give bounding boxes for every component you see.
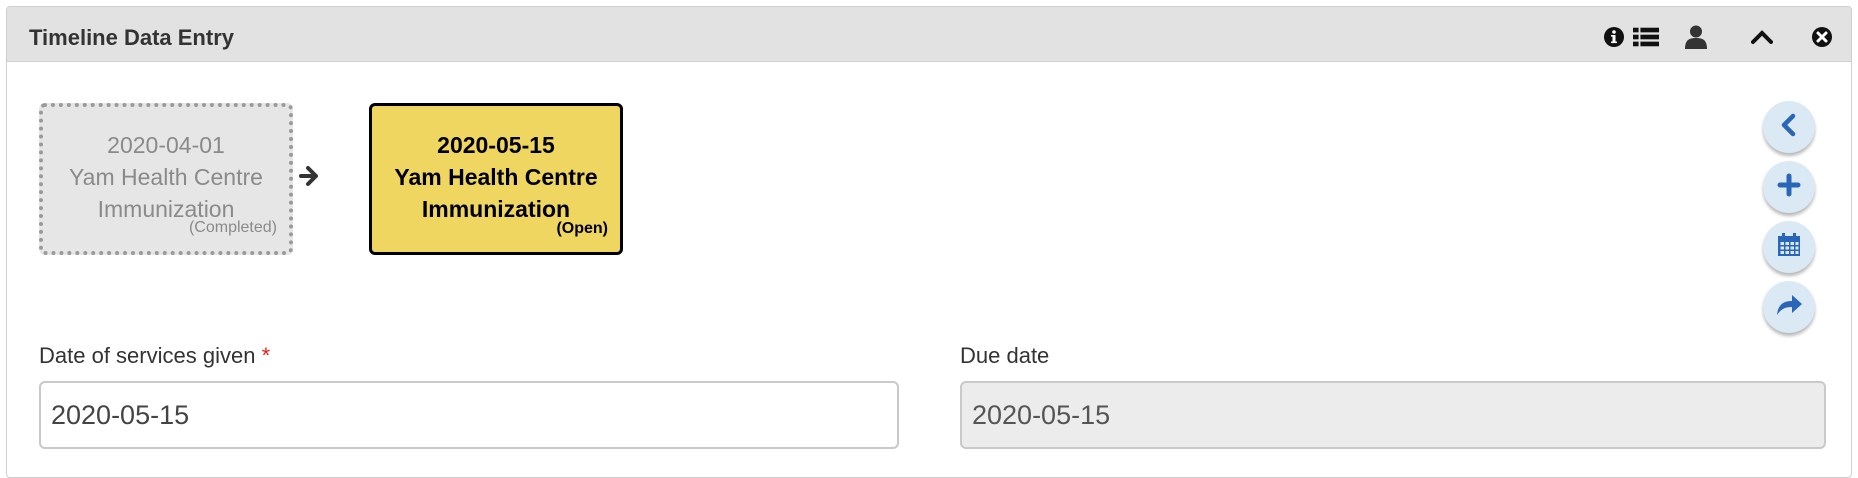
calendar-icon — [1776, 232, 1802, 263]
close-circle-icon[interactable] — [1809, 24, 1835, 50]
user-icon[interactable] — [1683, 24, 1709, 50]
event-date: 2020-05-15 — [437, 132, 555, 158]
referral-button[interactable] — [1763, 281, 1815, 333]
back-button[interactable] — [1763, 101, 1815, 153]
panel-title: Timeline Data Entry — [29, 25, 234, 50]
timeline-event-completed[interactable]: 2020-04-01 Yam Health Centre Immunizatio… — [39, 103, 293, 255]
schedule-event-button[interactable] — [1763, 221, 1815, 273]
due-date-label: Due date — [960, 343, 1050, 368]
timeline-data-entry-panel: Timeline Data Entry 2020-04-01 Yam Healt… — [6, 6, 1852, 478]
event-date: 2020-04-01 — [107, 132, 225, 158]
required-marker: * — [261, 343, 271, 368]
arrow-right-icon — [299, 165, 319, 192]
event-org-unit: Yam Health Centre — [394, 164, 598, 190]
event-org-unit: Yam Health Centre — [69, 164, 263, 190]
due-date-input[interactable] — [960, 381, 1826, 449]
chevron-up-icon[interactable] — [1749, 24, 1775, 50]
info-icon[interactable] — [1601, 24, 1627, 50]
timeline-event-open[interactable]: 2020-05-15 Yam Health Centre Immunizatio… — [369, 103, 623, 255]
event-status: (Open) — [556, 220, 608, 237]
event-status: (Completed) — [188, 219, 277, 236]
panel-header: Timeline Data Entry — [7, 7, 1851, 62]
share-arrow-icon — [1775, 293, 1803, 322]
plus-icon — [1777, 173, 1801, 202]
chevron-left-icon — [1779, 113, 1799, 142]
add-event-button[interactable] — [1763, 161, 1815, 213]
date-of-services-input[interactable] — [39, 381, 899, 449]
list-icon[interactable] — [1633, 24, 1659, 50]
date-of-services-label: Date of services given * — [39, 343, 271, 368]
